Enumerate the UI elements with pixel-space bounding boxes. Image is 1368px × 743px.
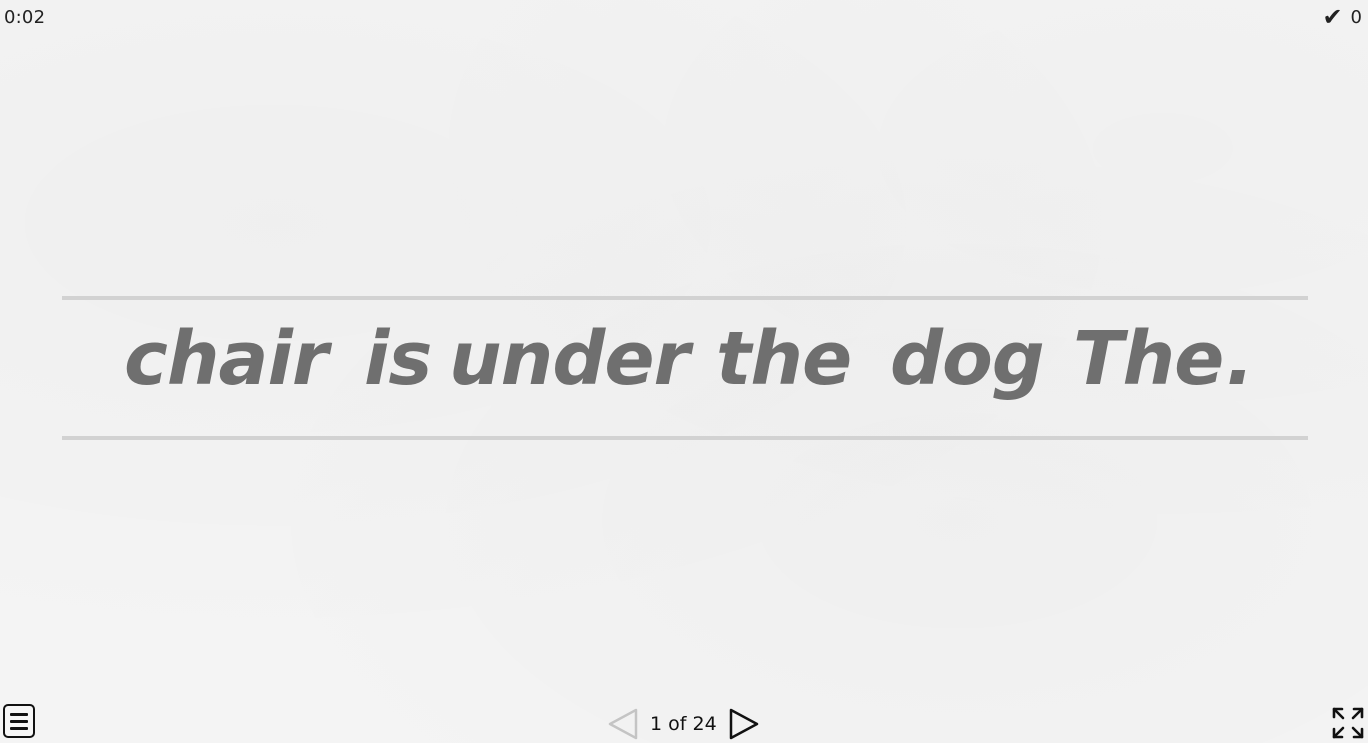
menu-icon-bar [10,726,28,730]
page-indicator: 1 of 24 [650,713,717,735]
prev-triangle-icon [608,708,638,740]
score-value: 0 [1350,6,1362,28]
word-tile[interactable]: the [716,322,852,396]
word-tile[interactable]: . [1226,322,1254,396]
word-tile[interactable]: is [364,322,432,396]
page-navigator: 1 of 24 [608,707,759,741]
word-tile[interactable]: chair [124,322,328,396]
fullscreen-icon [1332,707,1364,739]
timer: 0:02 [4,7,46,28]
activity-stage: 0:02 ✔ 0 chair is under the dog The . 1 … [0,0,1368,743]
check-icon: ✔ [1322,3,1343,31]
prev-page-button[interactable] [608,708,638,740]
word-tile[interactable]: under [449,322,690,396]
fullscreen-button[interactable] [1331,706,1365,740]
word-tile[interactable]: The [1073,322,1224,396]
next-triangle-icon [729,708,758,740]
word-tile[interactable]: dog [890,322,1045,396]
next-page-button[interactable] [729,708,759,740]
sentence-row: chair is under the dog The . [62,300,1308,436]
menu-icon [10,712,28,716]
bottom-rule-line [62,436,1308,440]
score-counter: ✔ 0 [1322,5,1362,29]
menu-icon-bar [10,719,28,723]
menu-button[interactable] [3,704,35,738]
